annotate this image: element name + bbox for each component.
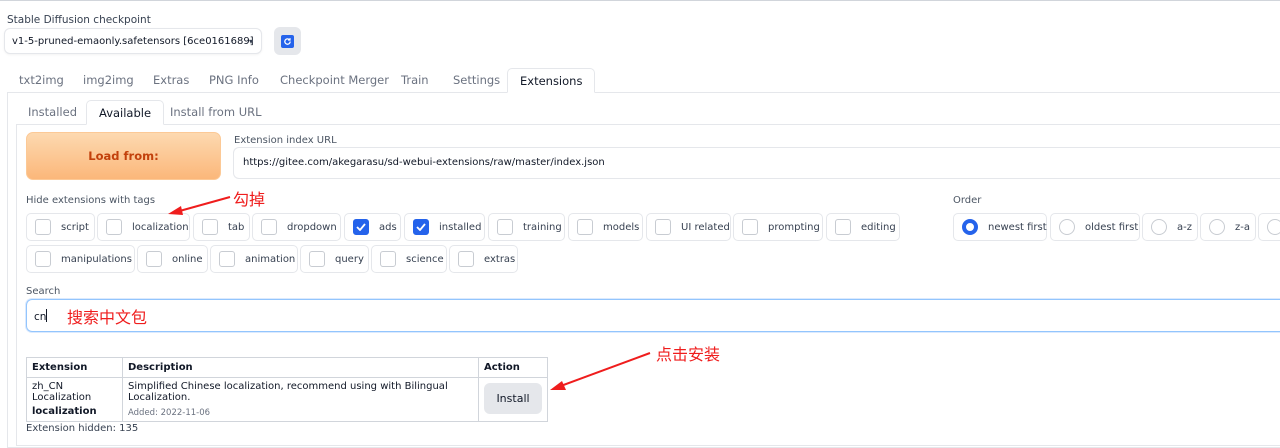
arrow-icon xyxy=(550,352,651,390)
annotation-arrows xyxy=(168,196,651,390)
arrow-icon xyxy=(168,196,231,215)
